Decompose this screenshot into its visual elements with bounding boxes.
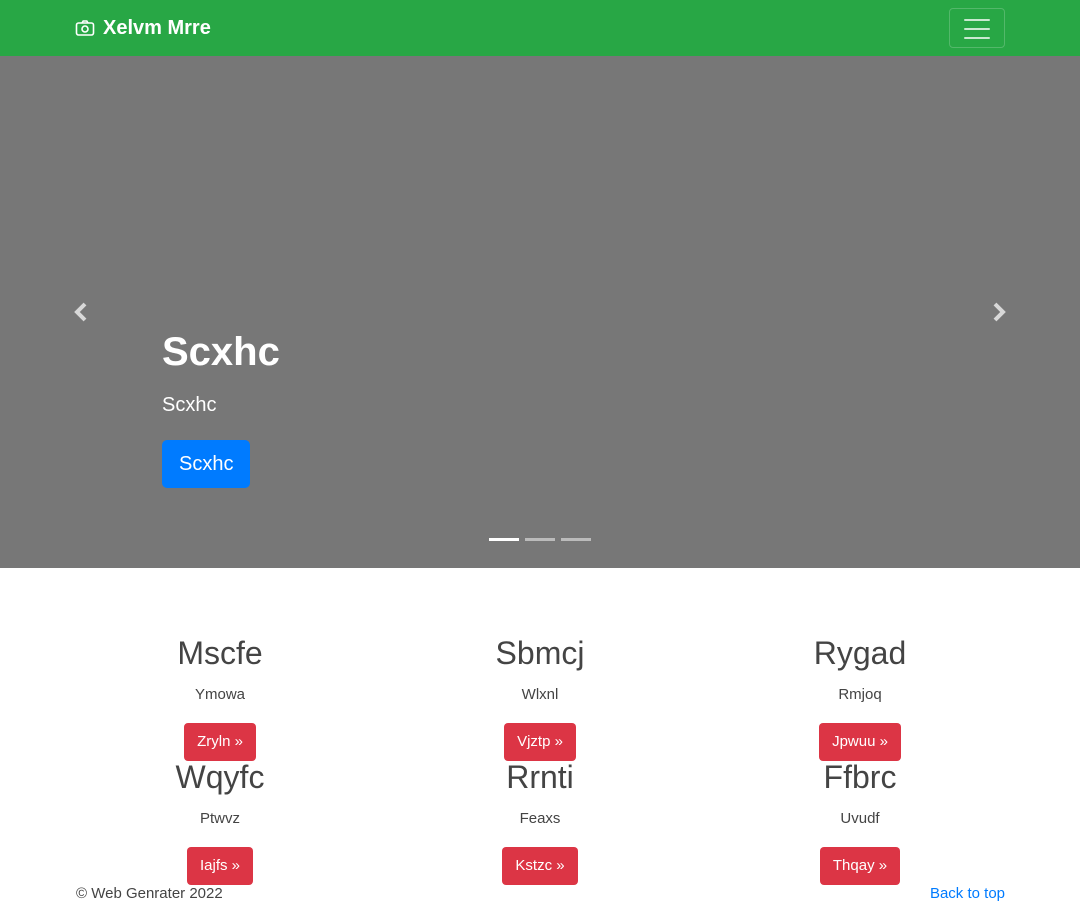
feature-text: Wlxnl [521, 686, 559, 703]
feature-item: Rygad Rmjoq Jpwuu » [710, 634, 1010, 761]
hero-carousel: Scxhc Scxhc Scxhc [0, 56, 1080, 568]
feature-text: Uvudf [840, 810, 880, 827]
feature-text: Ymowa [194, 686, 246, 703]
camera-icon [75, 18, 95, 38]
carousel-prev-button[interactable] [0, 56, 162, 568]
feature-title: Ffbrc [823, 759, 897, 795]
feature-title: Mscfe [177, 635, 263, 671]
carousel-cta-button[interactable]: Scxhc [162, 440, 251, 488]
feature-title: Rygad [813, 635, 907, 671]
feature-button[interactable]: Kstzc » [502, 847, 578, 885]
feature-item: Rrnti Feaxs Kstzc » [390, 758, 690, 885]
feature-item: Sbmcj Wlxnl Vjztp » [390, 634, 690, 761]
feature-button[interactable]: Thqay » [819, 847, 901, 885]
hamburger-menu-icon [964, 19, 990, 39]
carousel-indicator-3[interactable] [561, 538, 591, 541]
carousel-indicator-2[interactable] [525, 538, 555, 541]
carousel-text: Scxhc [162, 394, 217, 416]
navbar: Xelvm Mrre [0, 0, 1080, 56]
feature-text: Rmjoq [838, 686, 882, 703]
feature-title: Rrnti [506, 759, 574, 795]
feature-item: Wqyfc Ptwvz Iajfs » [70, 758, 370, 885]
chevron-right-icon [993, 302, 1006, 322]
feature-text: Ptwvz [199, 810, 240, 827]
navbar-toggler-button[interactable] [949, 8, 1005, 48]
carousel-indicator-1[interactable] [489, 538, 519, 541]
feature-button[interactable]: Jpwuu » [819, 723, 901, 761]
brand-name: Xelvm Mrre [103, 17, 211, 39]
carousel-indicators [489, 538, 597, 541]
feature-button[interactable]: Iajfs » [186, 847, 254, 885]
carousel-caption: Scxhc Scxhc Scxhc [162, 328, 280, 488]
feature-text: Feaxs [519, 810, 561, 827]
feature-title: Sbmcj [495, 635, 585, 671]
footer-copyright: © Web Genrater 2022 [76, 885, 223, 902]
brand-link[interactable]: Xelvm Mrre [75, 16, 211, 40]
chevron-left-icon [74, 302, 87, 322]
feature-title: Wqyfc [175, 759, 265, 795]
carousel-next-button[interactable] [918, 56, 1080, 568]
back-to-top-link[interactable]: Back to top [930, 884, 1005, 904]
feature-button[interactable]: Vjztp » [504, 723, 576, 761]
feature-item: Ffbrc Uvudf Thqay » [710, 758, 1010, 885]
carousel-heading: Scxhc [162, 330, 280, 374]
feature-button[interactable]: Zryln » [184, 723, 256, 761]
feature-item: Mscfe Ymowa Zryln » [70, 634, 370, 761]
